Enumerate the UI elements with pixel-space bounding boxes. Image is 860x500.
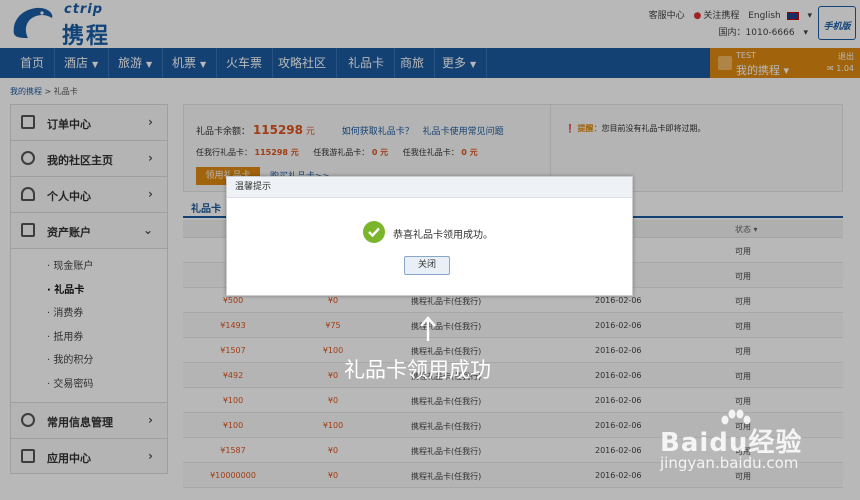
dialog-message: 恭喜礼品卡领用成功。 [393,230,493,241]
watermark-url: jingyan.baidu.com [660,454,799,472]
success-dialog: 温馨提示 恭喜礼品卡领用成功。 关闭 [226,176,633,296]
annotation-caption: 礼品卡领用成功 [344,358,491,382]
close-button[interactable]: 关闭 [404,256,450,275]
success-check-icon [363,221,385,243]
baidu-jingyan-watermark: Baidu经验 jingyan.baidu.com [660,409,850,480]
arrow-up-icon [420,316,436,341]
dialog-title: 温馨提示 [227,177,632,198]
paw-icon [721,409,751,425]
